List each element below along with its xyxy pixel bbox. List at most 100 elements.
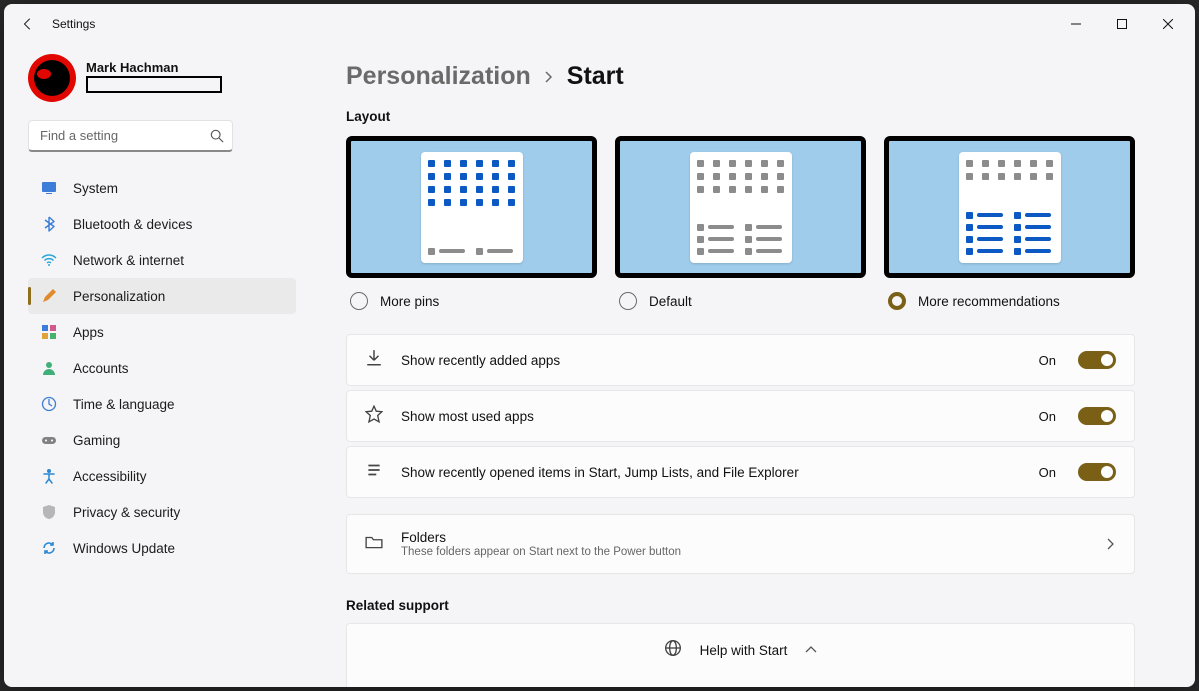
chevron-right-icon — [1104, 538, 1116, 550]
folders-label: Folders — [401, 530, 1086, 545]
radio-more-recommendations[interactable]: More recommendations — [884, 292, 1135, 310]
help-card: Help with Start Changing Start menu colo… — [346, 623, 1135, 687]
sidebar-item-update[interactable]: Windows Update — [28, 530, 296, 566]
setting-label: Show recently opened items in Start, Jum… — [401, 465, 1021, 480]
sidebar-item-network[interactable]: Network & internet — [28, 242, 296, 278]
setting-recently-added: Show recently added apps On — [346, 334, 1135, 386]
sidebar-item-label: Apps — [73, 325, 104, 340]
radio-label: Default — [649, 294, 692, 309]
sidebar-item-system[interactable]: System — [28, 170, 296, 206]
back-button[interactable] — [8, 4, 48, 44]
sidebar-item-label: Windows Update — [73, 541, 175, 556]
minimize-button[interactable] — [1053, 4, 1099, 44]
help-header[interactable]: Help with Start — [646, 624, 836, 676]
profile-name: Mark Hachman — [86, 54, 222, 75]
profile-block[interactable]: Mark Hachman — [28, 54, 296, 102]
layout-options: More pins — [346, 136, 1135, 310]
sidebar-item-label: Accessibility — [73, 469, 147, 484]
apps-icon — [40, 323, 58, 341]
wifi-icon — [40, 251, 58, 269]
window-controls — [1053, 4, 1191, 44]
search-icon — [210, 129, 224, 143]
radio-default[interactable]: Default — [615, 292, 866, 310]
toggle-switch[interactable] — [1078, 463, 1116, 481]
radio-more-pins[interactable]: More pins — [346, 292, 597, 310]
layout-option-more-recommendations[interactable]: More recommendations — [884, 136, 1135, 310]
layout-preview — [884, 136, 1135, 278]
minimize-icon — [1071, 19, 1081, 29]
accessibility-icon — [40, 467, 58, 485]
sidebar-item-label: Privacy & security — [73, 505, 180, 520]
setting-label: Show recently added apps — [401, 353, 1021, 368]
radio-icon — [888, 292, 906, 310]
breadcrumb: Personalization Start — [346, 62, 1135, 91]
layout-preview — [346, 136, 597, 278]
radio-label: More pins — [380, 294, 439, 309]
sidebar-item-time[interactable]: Time & language — [28, 386, 296, 422]
toggle-state: On — [1039, 353, 1056, 368]
list-icon — [365, 461, 383, 484]
folders-subtext: These folders appear on Start next to th… — [401, 546, 1086, 558]
close-button[interactable] — [1145, 4, 1191, 44]
sidebar-item-gaming[interactable]: Gaming — [28, 422, 296, 458]
update-icon — [40, 539, 58, 557]
person-icon — [40, 359, 58, 377]
layout-preview — [615, 136, 866, 278]
layout-label: Layout — [346, 109, 1135, 124]
sidebar-item-accessibility[interactable]: Accessibility — [28, 458, 296, 494]
maximize-icon — [1117, 19, 1127, 29]
star-icon — [365, 405, 383, 428]
setting-most-used: Show most used apps On — [346, 390, 1135, 442]
chevron-right-icon — [543, 71, 555, 83]
shield-icon — [40, 503, 58, 521]
toggle-switch[interactable] — [1078, 407, 1116, 425]
sidebar-item-label: Gaming — [73, 433, 120, 448]
layout-option-default[interactable]: Default — [615, 136, 866, 310]
sidebar-nav: System Bluetooth & devices Network & int… — [28, 170, 296, 566]
sidebar-item-bluetooth[interactable]: Bluetooth & devices — [28, 206, 296, 242]
sidebar-item-label: Accounts — [73, 361, 129, 376]
close-icon — [1163, 19, 1173, 29]
profile-email-redacted — [86, 76, 222, 93]
window-title: Settings — [48, 17, 95, 31]
maximize-button[interactable] — [1099, 4, 1145, 44]
sidebar-item-label: Bluetooth & devices — [73, 217, 192, 232]
breadcrumb-current: Start — [567, 62, 624, 91]
settings-window: Settings Mark Hachman — [4, 4, 1195, 687]
search-input[interactable] — [28, 120, 233, 152]
download-icon — [365, 349, 383, 372]
settings-list: Show recently added apps On Show most us… — [346, 334, 1135, 574]
radio-label: More recommendations — [918, 294, 1060, 309]
paintbrush-icon — [40, 287, 58, 305]
sidebar-item-label: Network & internet — [73, 253, 184, 268]
layout-option-more-pins[interactable]: More pins — [346, 136, 597, 310]
setting-label: Show most used apps — [401, 409, 1021, 424]
sidebar-item-personalization[interactable]: Personalization — [28, 278, 296, 314]
toggle-switch[interactable] — [1078, 351, 1116, 369]
related-support-label: Related support — [346, 598, 1135, 613]
globe-clock-icon — [40, 395, 58, 413]
globe-icon — [664, 639, 682, 662]
gamepad-icon — [40, 431, 58, 449]
breadcrumb-parent[interactable]: Personalization — [346, 62, 531, 91]
toggle-state: On — [1039, 409, 1056, 424]
sidebar-item-label: Personalization — [73, 289, 165, 304]
search-box[interactable] — [28, 120, 233, 152]
radio-icon — [350, 292, 368, 310]
setting-recent-items: Show recently opened items in Start, Jum… — [346, 446, 1135, 498]
chevron-up-icon — [805, 644, 817, 656]
sidebar-item-apps[interactable]: Apps — [28, 314, 296, 350]
avatar — [28, 54, 76, 102]
titlebar: Settings — [4, 4, 1195, 44]
help-label: Help with Start — [700, 643, 788, 658]
setting-folders[interactable]: Folders These folders appear on Start ne… — [346, 514, 1135, 574]
sidebar-item-label: System — [73, 181, 118, 196]
arrow-left-icon — [21, 17, 35, 31]
bluetooth-icon — [40, 215, 58, 233]
sidebar: Mark Hachman System Bluetooth & devices — [4, 44, 304, 687]
sidebar-item-accounts[interactable]: Accounts — [28, 350, 296, 386]
sidebar-item-privacy[interactable]: Privacy & security — [28, 494, 296, 530]
sidebar-item-label: Time & language — [73, 397, 175, 412]
content-area: Personalization Start Layout — [304, 44, 1195, 687]
display-icon — [40, 179, 58, 197]
